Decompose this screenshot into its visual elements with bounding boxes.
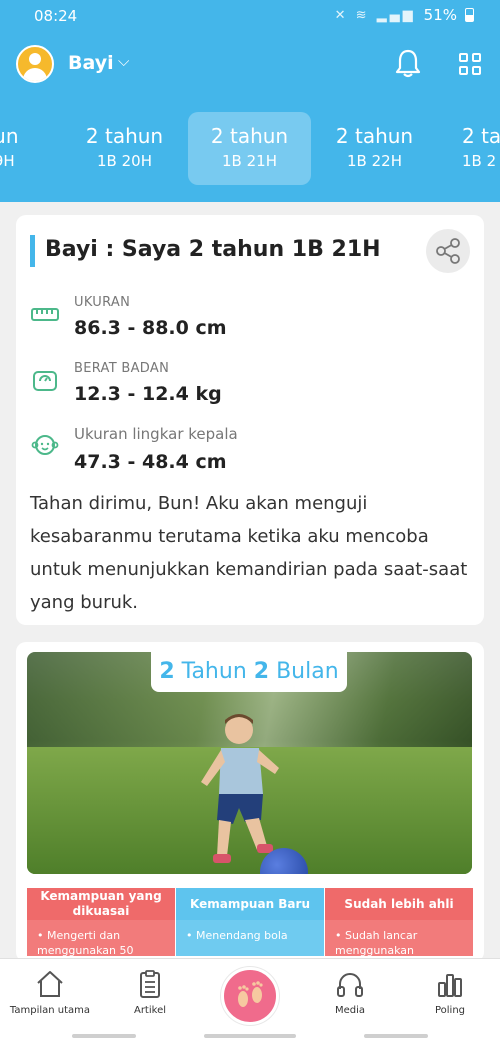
metric-label: BERAT BADAN	[74, 361, 170, 376]
app-bar: Bayi ⌵	[0, 34, 500, 98]
age-tab[interactable]: 2 tahun 1B 22H	[313, 112, 436, 185]
share-icon	[436, 238, 460, 264]
metric-value: 12.3 - 12.4 kg	[74, 383, 222, 405]
age-tab[interactable]: 2 tahun 1B 20H	[63, 112, 186, 185]
bar-chart-icon	[438, 974, 462, 997]
photo-age-label: 2 Tahun 2 Bulan	[151, 652, 347, 692]
grid-icon[interactable]	[459, 53, 481, 75]
milestone-photo: 2 Tahun 2 Bulan	[27, 652, 472, 874]
age-tab[interactable]: hun 19H	[0, 112, 61, 185]
skill-header: Sudah lebih ahli	[325, 888, 473, 920]
nav-label: Poling	[434, 1005, 466, 1016]
footprints-icon	[238, 981, 263, 1007]
gesture-bar	[364, 1034, 428, 1038]
age-tab-selected[interactable]: 2 tahun 1B 21H	[188, 112, 311, 185]
skill-column-expert[interactable]: Sudah lebih ahli • Sudah lancar mengguna…	[325, 888, 473, 957]
battery-icon	[465, 8, 474, 22]
metric-label: Ukuran lingkar kepala	[74, 425, 238, 443]
nav-label: Media	[334, 1005, 366, 1016]
skill-column-new[interactable]: Kemampuan Baru • Menendang bola	[176, 888, 324, 956]
clipboard-icon	[140, 970, 160, 998]
footprints-button[interactable]	[221, 967, 279, 1025]
ruler-icon	[31, 308, 59, 321]
age-tab[interactable]: 2 ta 1B 2	[438, 112, 500, 185]
milestone-card[interactable]: 2 Tahun 2 Bulan Kemampuan yang dikuasai …	[16, 642, 484, 962]
gesture-bar	[72, 1034, 136, 1038]
status-icons: ✕ ≋ ▂▄▆ 51%	[335, 6, 474, 24]
headphones-icon	[337, 973, 363, 997]
metric-label: UKURAN	[74, 295, 131, 310]
nav-polls[interactable]: Poling	[400, 959, 500, 1029]
status-time: 08:24	[34, 7, 78, 25]
scale-icon	[33, 371, 57, 391]
nav-label: Artikel	[133, 1005, 167, 1016]
nav-articles[interactable]: Artikel	[100, 959, 200, 1029]
description-text: Tahan dirimu, Bun! Aku akan menguji kesa…	[30, 493, 468, 613]
home-icon	[37, 971, 63, 997]
child-figure	[201, 714, 279, 863]
skill-header: Kemampuan Baru	[176, 888, 324, 920]
baby-face-icon	[31, 435, 59, 455]
profile-name[interactable]: Bayi	[68, 52, 114, 74]
battery-percent: 51%	[423, 6, 457, 24]
avatar[interactable]	[16, 45, 54, 83]
card-title: Bayi : Saya 2 tahun 1B 21H	[45, 237, 381, 262]
chevron-down-icon[interactable]: ⌵	[118, 52, 129, 70]
bottom-navigation: Tampilan utama Artikel Media Poling	[0, 958, 500, 1045]
skill-item: • Menendang bola	[176, 920, 324, 956]
skill-item: • Sudah lancar menggunakan	[325, 920, 473, 957]
skill-item: • Mengerti dan menggunakan 50	[27, 920, 175, 957]
status-bar: 08:24 ✕ ≋ ▂▄▆ 51%	[0, 0, 500, 34]
bell-icon[interactable]	[394, 48, 422, 78]
share-button[interactable]	[426, 229, 470, 273]
skill-header: Kemampuan yang dikuasai	[27, 888, 175, 920]
nav-home[interactable]: Tampilan utama	[0, 959, 100, 1029]
nav-media[interactable]: Media	[300, 959, 400, 1029]
skill-column-mastered[interactable]: Kemampuan yang dikuasai • Mengerti dan m…	[27, 888, 175, 957]
metric-value: 86.3 - 88.0 cm	[74, 317, 227, 339]
signal-icon: ✕ ≋ ▂▄▆	[334, 7, 416, 23]
age-tab-strip[interactable]: hun 19H 2 tahun 1B 20H 2 tahun 1B 21H 2 …	[0, 98, 500, 202]
title-accent-bar	[30, 235, 35, 267]
metric-value: 47.3 - 48.4 cm	[74, 451, 227, 473]
nav-label: Tampilan utama	[9, 1005, 91, 1016]
baby-info-card: Bayi : Saya 2 tahun 1B 21H UKURAN 86.3 -…	[16, 215, 484, 625]
gesture-bar	[204, 1034, 296, 1038]
